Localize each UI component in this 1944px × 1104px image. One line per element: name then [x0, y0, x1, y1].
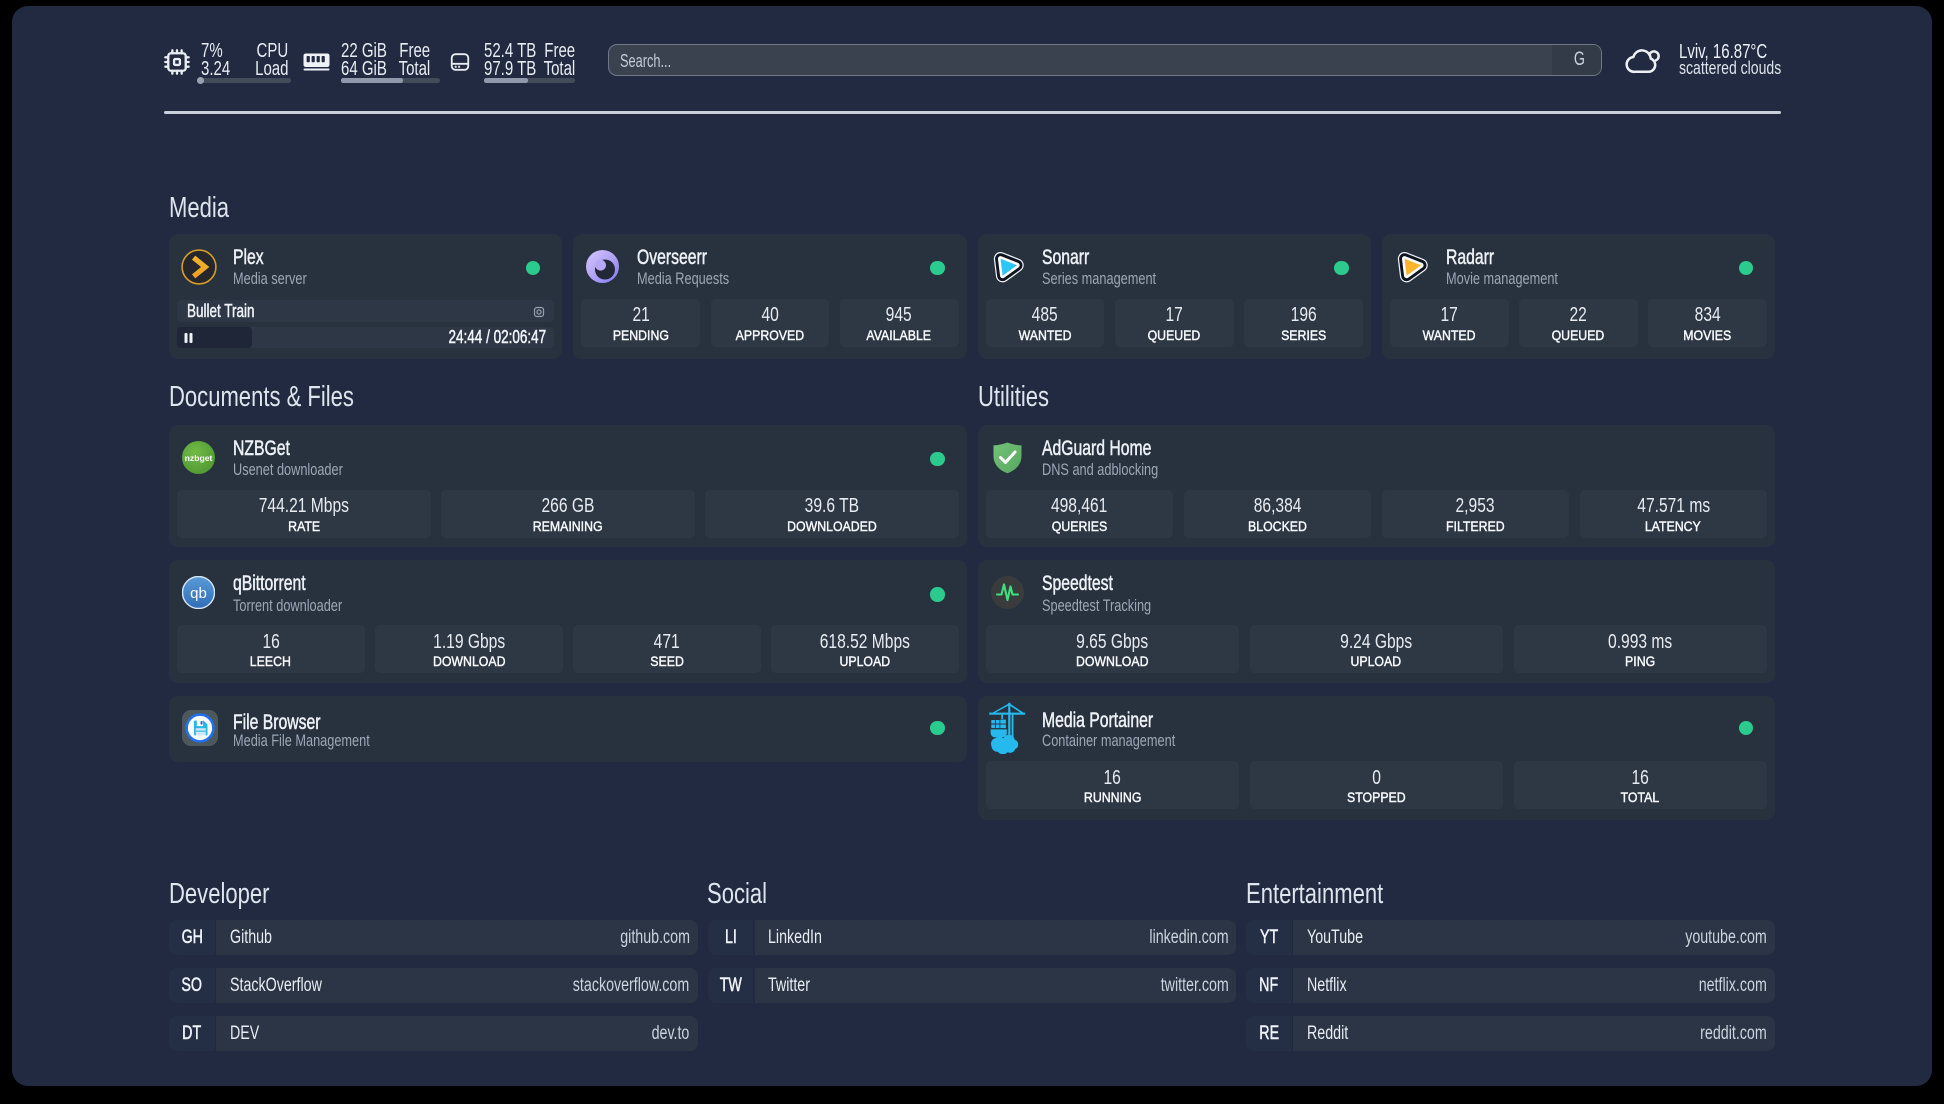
svg-text:nzbget: nzbget — [185, 453, 213, 463]
svg-text:qb: qb — [190, 585, 207, 602]
